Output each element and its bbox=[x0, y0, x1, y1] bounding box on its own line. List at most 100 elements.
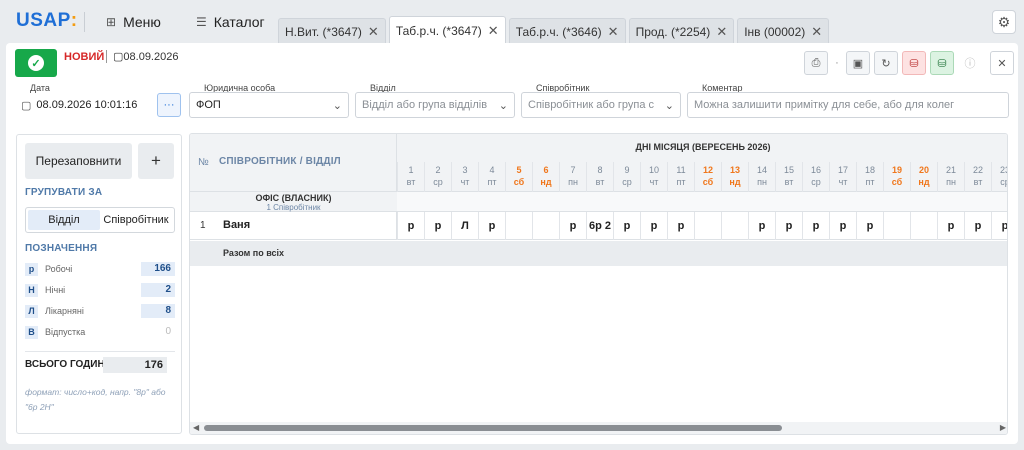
day-header: 5 сб bbox=[505, 162, 532, 192]
tab-1[interactable]: Таб.р.ч. (*3647) ✕ bbox=[388, 16, 506, 44]
scrollbar-thumb[interactable] bbox=[204, 425, 782, 431]
day-number: 1 bbox=[408, 165, 414, 175]
catalog-button[interactable]: ☰ Каталог bbox=[196, 0, 265, 44]
group-by-employee-option[interactable]: Співробітник bbox=[100, 210, 172, 230]
document-date: ▢08.09.2026 bbox=[106, 50, 178, 63]
employee-select[interactable]: Співробітник або група с ⌄ bbox=[521, 92, 681, 118]
hours-cell[interactable]: 6р 2 bbox=[586, 212, 613, 240]
hours-cell[interactable]: р bbox=[613, 212, 640, 240]
day-header: 15 вт bbox=[775, 162, 802, 192]
day-number: 23 bbox=[999, 165, 1007, 175]
day-weekday: пт bbox=[487, 177, 497, 187]
document-tabs: Н.Вит. (*3647) ✕ Таб.р.ч. (*3647) ✕ Таб.р.ч.… bbox=[278, 16, 832, 44]
department-group-row[interactable]: ОФІС (ВЛАСНИК) 1 Співробітник bbox=[190, 192, 397, 212]
hours-cell[interactable]: р bbox=[424, 212, 451, 240]
hours-cell[interactable]: р bbox=[748, 212, 775, 240]
day-header: 3 чт bbox=[451, 162, 478, 192]
day-weekday: сб bbox=[513, 177, 525, 187]
day-header: 13 нд bbox=[721, 162, 748, 192]
entity-select[interactable]: ФОП ⌄ bbox=[189, 92, 349, 118]
hours-cell[interactable]: р bbox=[937, 212, 964, 240]
table-row: 1 Ваня р р Лр р 6р 2ррррррррррр bbox=[190, 212, 1007, 240]
hours-cell[interactable]: р bbox=[802, 212, 829, 240]
hours-cell[interactable] bbox=[532, 212, 559, 240]
day-number: 19 bbox=[891, 165, 902, 175]
app-logo[interactable]: USAP: bbox=[16, 10, 78, 32]
menu-button[interactable]: ⊞ Меню bbox=[106, 0, 161, 44]
legend-item: р Робочі 166 bbox=[25, 261, 175, 277]
tab-0[interactable]: Н.Вит. (*3647) ✕ bbox=[278, 18, 386, 44]
hours-cell[interactable]: р bbox=[991, 212, 1007, 240]
print-button[interactable]: ⎙ bbox=[804, 51, 828, 75]
hours-cell[interactable]: р bbox=[640, 212, 667, 240]
scroll-right-icon[interactable]: ▶ bbox=[1000, 423, 1006, 432]
list-icon: ☰ bbox=[196, 15, 207, 29]
day-header: 11 пт bbox=[667, 162, 694, 192]
menu-label: Меню bbox=[123, 14, 161, 30]
hours-cell[interactable]: р bbox=[478, 212, 505, 240]
tab-4[interactable]: Інв (00002) ✕ bbox=[737, 18, 830, 44]
confirm-button[interactable]: ✓ bbox=[15, 49, 57, 77]
date-value: 08.09.2026 10:01:16 bbox=[36, 99, 138, 111]
refill-button[interactable]: Перезаповнити bbox=[25, 143, 132, 179]
comment-placeholder: Можна залишити примітку для себе, або дл… bbox=[694, 99, 955, 111]
day-weekday: вт bbox=[784, 177, 794, 187]
employee-placeholder: Співробітник або група с bbox=[528, 99, 655, 111]
hours-cell[interactable]: р bbox=[964, 212, 991, 240]
hours-cell[interactable] bbox=[505, 212, 532, 240]
department-name: ОФІС (ВЛАСНИК) bbox=[255, 193, 332, 203]
hours-cell[interactable] bbox=[910, 212, 937, 240]
day-header: 12 сб bbox=[694, 162, 721, 192]
print-dropdown[interactable]: · bbox=[832, 51, 842, 75]
legend-label: Відпустка bbox=[45, 327, 86, 337]
tab-2[interactable]: Таб.р.ч. (*3646) ✕ bbox=[508, 18, 626, 44]
group-by-toggle: Відділ Співробітник bbox=[25, 207, 175, 233]
divider bbox=[84, 12, 85, 32]
close-tab-icon[interactable]: ✕ bbox=[811, 24, 822, 40]
close-tab-icon[interactable]: ✕ bbox=[368, 24, 379, 40]
hours-cell[interactable] bbox=[721, 212, 748, 240]
legend-code: В bbox=[25, 325, 38, 339]
info-button[interactable]: ⓘ bbox=[958, 51, 982, 75]
scroll-left-icon[interactable]: ◀ bbox=[193, 423, 199, 432]
dept-select[interactable]: Відділ або група відділів ⌄ bbox=[355, 92, 515, 118]
hours-cell[interactable]: р bbox=[397, 212, 424, 240]
hours-cell[interactable] bbox=[694, 212, 721, 240]
day-weekday: ср bbox=[1000, 177, 1007, 187]
save-button[interactable]: ▣ bbox=[846, 51, 870, 75]
legend-count: 2 bbox=[141, 283, 175, 297]
close-button[interactable]: ✕ bbox=[990, 51, 1014, 75]
hours-cell[interactable]: р bbox=[559, 212, 586, 240]
legend-item: Н Нічні 2 bbox=[25, 282, 175, 298]
dept-placeholder: Відділ або група відділів bbox=[362, 99, 488, 111]
tab-3[interactable]: Прод. (*2254) ✕ bbox=[628, 18, 735, 44]
group-by-dept-option[interactable]: Відділ bbox=[28, 210, 100, 230]
hours-cell[interactable]: р bbox=[775, 212, 802, 240]
delete-button[interactable]: ⛁ bbox=[902, 51, 926, 75]
hours-cell[interactable]: р bbox=[856, 212, 883, 240]
date-picker-button[interactable]: ··· bbox=[157, 93, 181, 117]
post-button[interactable]: ⛁ bbox=[930, 51, 954, 75]
hours-cell[interactable] bbox=[883, 212, 910, 240]
month-title: ДНІ МІСЯЦЯ (ВЕРЕСЕНЬ 2026) bbox=[635, 142, 771, 152]
close-tab-icon[interactable]: ✕ bbox=[608, 24, 619, 40]
close-tab-icon[interactable]: ✕ bbox=[488, 23, 499, 39]
close-tab-icon[interactable]: ✕ bbox=[716, 24, 727, 40]
hours-cell[interactable]: Л bbox=[451, 212, 478, 240]
legend-code: Л bbox=[25, 304, 38, 318]
horizontal-scrollbar[interactable]: ◀ ▶ bbox=[190, 422, 1007, 434]
hours-cell[interactable]: р bbox=[829, 212, 856, 240]
add-button[interactable]: + bbox=[138, 143, 174, 179]
day-number: 6 bbox=[543, 165, 549, 175]
format-hint: формат: число+код, напр. "8р" або "6р 2Н… bbox=[25, 387, 166, 412]
hours-cell[interactable]: р bbox=[667, 212, 694, 240]
employee-name: Ваня bbox=[223, 219, 251, 231]
legend-label: Нічні bbox=[45, 285, 66, 295]
settings-button[interactable]: ⚙ bbox=[992, 10, 1016, 34]
day-weekday: нд bbox=[540, 177, 552, 187]
day-header: 18 пт bbox=[856, 162, 883, 192]
date-field[interactable]: ▢ 08.09.2026 10:01:16 bbox=[15, 92, 154, 118]
comment-input[interactable]: Можна залишити примітку для себе, або дл… bbox=[687, 92, 1009, 118]
refresh-button[interactable]: ↻ bbox=[874, 51, 898, 75]
chevron-down-icon: ⌄ bbox=[664, 99, 674, 112]
